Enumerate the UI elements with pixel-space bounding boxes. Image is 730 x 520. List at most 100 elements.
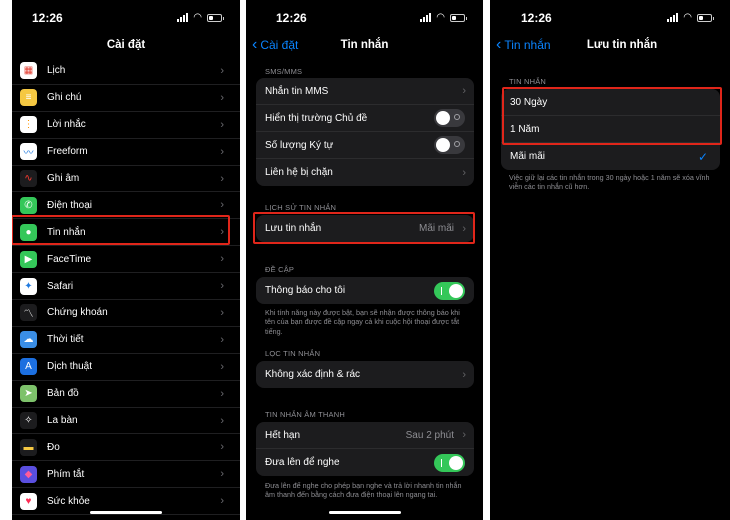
chevron-right-icon: › xyxy=(220,199,224,212)
settings-row[interactable]: ✧ La bàn › xyxy=(12,408,240,435)
nav-bar: ‹ Cài đặt Tin nhắn xyxy=(246,34,483,58)
option-forever[interactable]: Mãi mãi ✓ xyxy=(501,143,720,170)
settings-row-label: Dịch thuật xyxy=(47,361,93,373)
settings-row[interactable]: 〽 Chứng khoán › xyxy=(12,300,240,327)
settings-row-label: FaceTime xyxy=(47,253,92,265)
sms-group: Nhắn tin MMS › Hiển thị trường Chủ đề Số… xyxy=(256,78,474,186)
settings-row[interactable]: 〰 Freeform › xyxy=(12,139,240,166)
status-bar: 12:26 ◠ xyxy=(490,0,730,34)
status-bar: 12:26 ◠ xyxy=(246,0,483,34)
settings-row[interactable]: ⋮ Lời nhắc › xyxy=(12,112,240,139)
settings-row-label: Ghi âm xyxy=(47,173,80,184)
character-count-toggle[interactable] xyxy=(434,136,465,154)
stocks-icon: 〽 xyxy=(20,304,37,322)
signal-icon xyxy=(420,13,432,22)
keep-messages-screen: 12:26 ◠ ‹ Tin nhắn Lưu tin nhắn TIN NHẮN… xyxy=(490,0,730,520)
section-header-messages: TIN NHẮN xyxy=(509,77,547,86)
signal-icon xyxy=(177,13,189,22)
filter-group: Không xác định & rác › xyxy=(256,361,474,388)
show-subject-row: Hiển thị trường Chủ đề xyxy=(256,105,474,132)
settings-screen: 12:26 ◠ Cài đặt ▦ Lịch › ≡ Ghi chú › ⋮ Lời nhắc… xyxy=(12,0,240,520)
settings-row[interactable]: A Dịch thuật › xyxy=(12,354,240,381)
settings-row[interactable]: ▦ Lịch › xyxy=(12,58,240,85)
row-label: Thông báo cho tôi xyxy=(265,285,346,296)
mention-footnote: Khi tính năng này được bật, bạn sẽ nhận … xyxy=(265,308,460,336)
chevron-right-icon: › xyxy=(220,441,224,454)
chevron-right-icon: › xyxy=(220,306,224,319)
section-header-history: LỊCH SỬ TIN NHẮN xyxy=(265,203,337,212)
settings-list: ▦ Lịch › ≡ Ghi chú › ⋮ Lời nhắc › 〰 Freeform › ∿ Ghi … xyxy=(12,58,240,516)
row-label: Hết hạn xyxy=(265,429,301,441)
settings-row[interactable]: ∿ Ghi âm › xyxy=(12,166,240,193)
section-header-filter: LỌC TIN NHẮN xyxy=(265,349,321,358)
health-icon: ♥ xyxy=(20,492,37,510)
raise-to-listen-row: Đưa lên để nghe xyxy=(256,449,474,476)
row-label: Đưa lên để nghe xyxy=(265,457,340,468)
mms-messaging-row[interactable]: Nhắn tin MMS › xyxy=(256,78,474,105)
settings-row[interactable]: ▶ FaceTime › xyxy=(12,246,240,274)
calendar-icon: ▦ xyxy=(20,62,37,80)
freeform-icon: 〰 xyxy=(20,143,37,161)
show-subject-toggle[interactable] xyxy=(434,109,465,127)
chevron-left-icon: ‹ xyxy=(496,36,502,53)
checkmark-icon: ✓ xyxy=(697,149,708,164)
row-value: Sau 2 phút xyxy=(405,429,454,441)
row-label: Số lượng Ký tự xyxy=(265,139,334,151)
compass-icon: ✧ xyxy=(20,412,37,430)
chevron-right-icon: › xyxy=(220,253,224,266)
chevron-right-icon: › xyxy=(462,429,466,441)
settings-row[interactable]: ✦ Safari › xyxy=(12,273,240,301)
row-label: Nhắn tin MMS xyxy=(265,85,329,97)
voice-memos-icon: ∿ xyxy=(20,170,37,187)
chevron-right-icon: › xyxy=(220,333,224,346)
page-title: Tin nhắn xyxy=(340,39,389,51)
chevron-right-icon: › xyxy=(220,64,224,77)
audio-group: Hết hạn Sau 2 phút › Đưa lên để nghe xyxy=(256,422,474,476)
maps-icon: ➤ xyxy=(20,385,37,403)
option-label: Mãi mãi xyxy=(510,151,546,162)
settings-row[interactable]: ☁ Thời tiết › xyxy=(12,327,240,354)
notify-me-row: Thông báo cho tôi xyxy=(256,277,474,304)
settings-row[interactable]: ➤ Bản đồ › xyxy=(12,381,240,408)
messages-settings-screen: 12:26 ◠ ‹ Cài đặt Tin nhắn SMS/MMS Nhắn … xyxy=(246,0,483,520)
settings-row-label: Đo xyxy=(47,441,60,453)
chevron-right-icon: › xyxy=(220,91,224,104)
status-bar: 12:26 ◠ xyxy=(12,0,240,34)
phone-icon: ✆ xyxy=(20,196,37,214)
settings-row-label: Ghi chú xyxy=(47,92,82,104)
battery-icon xyxy=(697,13,714,22)
status-time: 12:26 xyxy=(276,11,307,25)
character-count-row: Số lượng Ký tự xyxy=(256,132,474,159)
settings-row[interactable]: ≡ Ghi chú › xyxy=(12,85,240,112)
settings-row-label: Chứng khoán xyxy=(47,307,108,319)
expire-row[interactable]: Hết hạn Sau 2 phút › xyxy=(256,422,474,449)
section-header-mention: ĐỀ CẬP xyxy=(265,265,295,274)
settings-row[interactable]: ▬ Đo › xyxy=(12,434,240,462)
wifi-icon: ◠ xyxy=(193,11,202,23)
settings-row-label: Safari xyxy=(47,280,74,292)
unknown-spam-row[interactable]: Không xác định & rác › xyxy=(256,361,474,388)
chevron-right-icon: › xyxy=(462,368,466,381)
raise-to-listen-toggle[interactable] xyxy=(434,453,465,472)
chevron-right-icon: › xyxy=(220,495,224,508)
home-indicator xyxy=(328,511,401,514)
audio-footnote: Đưa lên để nghe cho phép bạn nghe và trả… xyxy=(265,481,462,500)
page-title: Lưu tin nhắn xyxy=(586,39,658,51)
reminders-icon: ⋮ xyxy=(20,116,37,134)
settings-row-label: Thời tiết xyxy=(47,334,84,346)
chevron-right-icon: › xyxy=(220,172,224,185)
chevron-right-icon: › xyxy=(220,414,224,427)
safari-icon: ✦ xyxy=(20,277,37,295)
chevron-right-icon: › xyxy=(220,387,224,400)
settings-row-label: Sức khỏe xyxy=(47,495,90,507)
nav-bar: ‹ Tin nhắn Lưu tin nhắn xyxy=(490,34,730,58)
chevron-right-icon: › xyxy=(462,85,466,97)
blocked-contacts-row[interactable]: Liên hệ bị chặn › xyxy=(256,159,474,186)
notify-me-toggle[interactable] xyxy=(434,281,465,300)
row-label: Hiển thị trường Chủ đề xyxy=(265,112,368,124)
settings-row-label: Lời nhắc xyxy=(47,119,86,131)
settings-row[interactable]: ◆ Phím tắt › xyxy=(12,461,240,489)
keep-footnote: Việc giữ lại các tin nhắn trong 30 ngày … xyxy=(509,173,710,192)
measure-icon: ▬ xyxy=(20,438,37,456)
highlight-options xyxy=(502,87,722,145)
